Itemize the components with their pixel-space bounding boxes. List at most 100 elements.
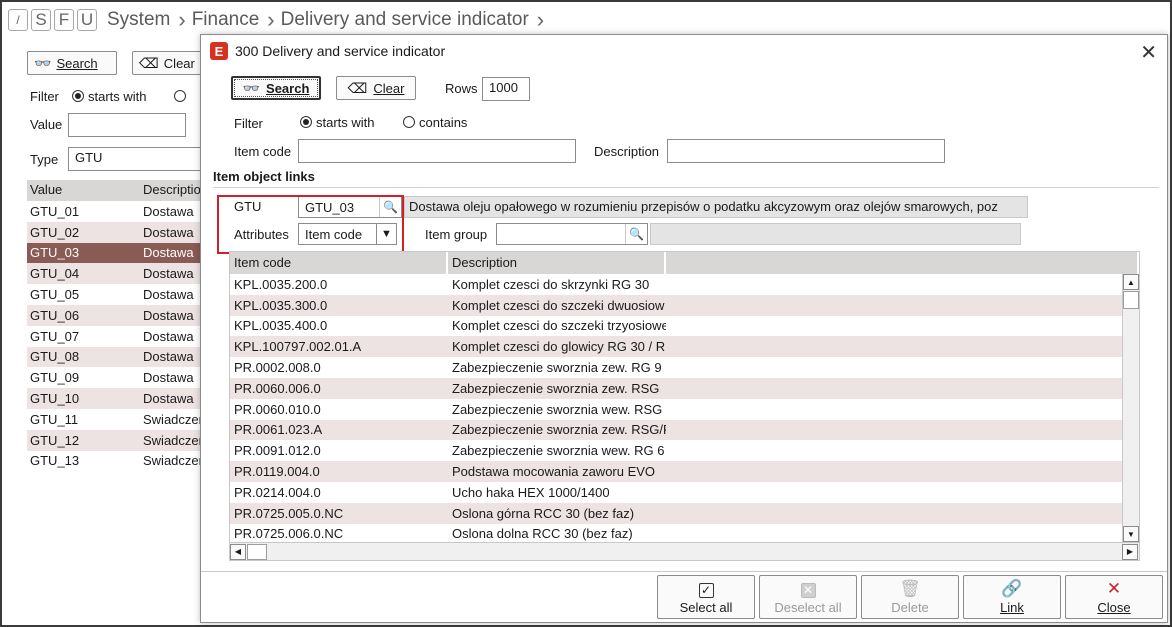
search-label: Search xyxy=(266,80,310,96)
table-row[interactable]: KPL.100797.002.01.A Komplet czesci do glo… xyxy=(230,336,1139,358)
cell-description: Zabezpieczenie sworznia wew. RG 6 xyxy=(452,443,665,459)
vertical-scrollbar[interactable]: ▲ ▼ xyxy=(1122,274,1139,542)
grid-col-description[interactable]: Description xyxy=(448,252,666,274)
delete-label: Delete xyxy=(891,599,929,615)
bg-table-row[interactable]: GTU_10 Dostawa xyxy=(27,388,207,409)
bg-cell-value: GTU_05 xyxy=(30,287,80,303)
bg-table-row[interactable]: GTU_05 Dostawa xyxy=(27,284,207,305)
radio-empty-icon xyxy=(174,90,186,102)
rows-input[interactable]: 1000 xyxy=(482,77,530,101)
scroll-left-icon[interactable]: ◀ xyxy=(230,543,246,560)
bg-table-row[interactable]: GTU_12 Swiadczer xyxy=(27,429,207,451)
deselect-icon: ✕ xyxy=(800,580,816,598)
table-row[interactable]: PR.0002.008.0 Zabezpieczenie sworznia zew… xyxy=(230,357,1139,378)
bg-col-value[interactable]: Value xyxy=(27,180,140,201)
trash-icon: 🗑 xyxy=(899,578,921,598)
link-button[interactable]: 🔗 Link xyxy=(963,575,1061,619)
bg-table-row[interactable]: GTU_07 Dostawa xyxy=(27,326,207,347)
item-group-lookup-field[interactable]: 🔍 xyxy=(496,223,648,245)
bg-table-row[interactable]: GTU_06 Dostawa xyxy=(27,304,207,326)
select-all-button[interactable]: ✓ Select all xyxy=(657,575,755,619)
deselect-all-label: Deselect all xyxy=(774,599,842,615)
link-label: Link xyxy=(1000,599,1024,615)
table-row[interactable]: PR.0060.006.0 Zabezpieczenie sworznia zew… xyxy=(230,377,1139,399)
clear-label: Clear xyxy=(373,80,405,96)
nav-button-u[interactable]: U xyxy=(77,9,97,31)
scroll-up-icon[interactable]: ▲ xyxy=(1123,274,1139,290)
bg-table-row[interactable]: GTU_04 Dostawa xyxy=(27,263,207,285)
description-input[interactable] xyxy=(667,139,945,163)
cell-description: Komplet czesci do szczeki trzyosiowe xyxy=(452,318,666,334)
highlight-box xyxy=(217,195,404,254)
breadcrumb-finance[interactable]: Finance xyxy=(192,9,260,31)
deselect-all-button[interactable]: ✕ Deselect all xyxy=(759,575,857,619)
hscroll-thumb[interactable] xyxy=(247,543,267,560)
bg-table-row[interactable]: GTU_03 Dostawa xyxy=(27,242,207,264)
search-button[interactable]: 👓 Search xyxy=(231,76,321,100)
bg-table-row[interactable]: GTU_08 Dostawa xyxy=(27,346,207,368)
scroll-thumb[interactable] xyxy=(1123,291,1139,309)
item-code-input[interactable] xyxy=(298,139,576,163)
nav-button-f[interactable]: F xyxy=(54,9,74,31)
bg-starts-with-radio[interactable]: starts with xyxy=(72,89,147,104)
bg-cell-value: GTU_02 xyxy=(30,224,80,240)
close-button[interactable]: ✕ Close xyxy=(1065,575,1163,619)
bg-cell-description: Dostawa xyxy=(143,266,194,282)
table-row[interactable]: KPL.0035.400.0 Komplet czesci do szczeki … xyxy=(230,316,1139,337)
scroll-right-icon[interactable]: ▶ xyxy=(1122,543,1138,560)
table-row[interactable]: PR.0725.005.0.NC Oslona górna RCC 30 (bez… xyxy=(230,502,1139,524)
bg-search-button[interactable]: 👓 Search xyxy=(27,51,117,75)
bg-value-input[interactable] xyxy=(68,113,186,137)
bg-search-label: Search xyxy=(56,55,98,71)
grid-col-item-code[interactable]: Item code xyxy=(230,252,448,274)
delivery-indicator-dialog: E 300 Delivery and service indicator ✕ 👓… xyxy=(200,34,1168,623)
nav-button-s[interactable]: S xyxy=(31,9,51,31)
delete-button[interactable]: 🗑 Delete xyxy=(861,575,959,619)
bg-table-row[interactable]: GTU_11 Swiadczer xyxy=(27,409,207,430)
bg-cell-description: Dostawa xyxy=(143,245,194,261)
cell-item-code: PR.0725.005.0.NC xyxy=(234,505,344,521)
close-icon: ✕ xyxy=(1106,578,1122,598)
bg-cell-value: GTU_04 xyxy=(30,266,80,282)
table-row[interactable]: PR.0060.010.0 Zabezpieczenie sworznia wew… xyxy=(230,399,1139,420)
cell-item-code: KPL.0035.400.0 xyxy=(234,318,328,334)
cell-description: Podstawa mocowania zaworu EVO xyxy=(452,464,656,480)
bg-table-row[interactable]: GTU_02 Dostawa xyxy=(27,221,207,243)
bg-type-input[interactable]: GTU xyxy=(68,147,208,171)
bg-table-row[interactable]: GTU_09 Dostawa xyxy=(27,367,207,388)
breadcrumb-system[interactable]: System xyxy=(107,9,170,31)
bg-starts-with-label: starts with xyxy=(88,89,147,104)
item-group-description xyxy=(650,223,1021,245)
starts-with-radio[interactable]: starts with xyxy=(300,115,375,130)
table-row[interactable]: PR.0119.004.0 Podstawa mocowania zaworu E… xyxy=(230,461,1139,482)
clear-button[interactable]: ⌫ Clear xyxy=(336,76,416,100)
table-row[interactable]: PR.0214.004.0 Ucho haka HEX 1000/1400 xyxy=(230,482,1139,503)
table-row[interactable]: KPL.0035.300.0 Komplet czesci do szczeki … xyxy=(230,294,1139,316)
scroll-down-icon[interactable]: ▼ xyxy=(1123,526,1139,542)
table-row[interactable]: KPL.0035.200.0 Komplet czesci do skrzynki… xyxy=(230,274,1139,295)
chevron-right-icon: › xyxy=(267,7,275,32)
cell-item-code: KPL.0035.300.0 xyxy=(234,297,328,313)
close-label: Close xyxy=(1097,599,1131,615)
checkbox-icon: ✓ xyxy=(698,580,714,598)
table-row[interactable]: PR.0061.023.A Zabezpieczenie sworznia zew… xyxy=(230,419,1139,441)
bg-cell-description: Dostawa xyxy=(143,328,194,344)
cell-item-code: PR.0060.006.0 xyxy=(234,380,321,396)
cell-description: Zabezpieczenie sworznia wew. RSG xyxy=(452,401,663,417)
cell-description: Zabezpieczenie sworznia zew. RSG/R xyxy=(452,422,666,438)
horizontal-scrollbar[interactable]: ◀ ▶ xyxy=(230,542,1139,560)
close-icon[interactable]: ✕ xyxy=(1140,40,1157,65)
footer-divider xyxy=(201,571,1167,572)
cell-description: Oslona górna RCC 30 (bez faz) xyxy=(452,505,635,521)
contains-radio[interactable]: contains xyxy=(403,115,467,130)
breadcrumb-delivery[interactable]: Delivery and service indicator xyxy=(281,9,529,31)
bg-table-row[interactable]: GTU_13 Swiadczer xyxy=(27,451,207,472)
bg-contains-radio[interactable] xyxy=(174,89,190,104)
bg-cell-value: GTU_08 xyxy=(30,349,80,365)
cell-description: Komplet czesci do szczeki dwuosiow xyxy=(452,297,665,313)
lookup-icon[interactable]: 🔍 xyxy=(625,224,647,244)
bg-table-row[interactable]: GTU_01 Dostawa xyxy=(27,201,207,222)
bg-col-description[interactable]: Descriptio xyxy=(140,180,207,201)
nav-button-slash[interactable]: / xyxy=(8,9,28,31)
table-row[interactable]: PR.0091.012.0 Zabezpieczenie sworznia wew… xyxy=(230,440,1139,461)
